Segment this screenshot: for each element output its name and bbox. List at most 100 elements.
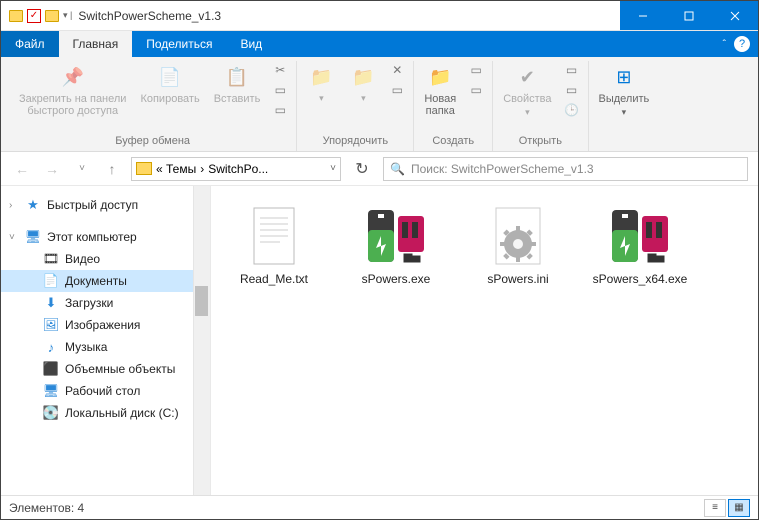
open-icon[interactable]: ▭ [562, 61, 582, 79]
search-icon: 🔍 [390, 162, 405, 176]
search-input[interactable]: 🔍 Поиск: SwitchPowerScheme_v1.3 [383, 157, 748, 181]
group-clipboard-label: Буфер обмена [115, 133, 190, 151]
download-icon: ⬇ [43, 295, 59, 311]
chevron-right-icon[interactable]: › [200, 162, 204, 176]
select-button[interactable]: ⊞ Выделить ▾ [595, 61, 654, 120]
edit-icon[interactable]: ▭ [562, 81, 582, 99]
file-item[interactable]: sPowers_x64.exe [589, 204, 691, 286]
properties-label: Свойства [503, 93, 551, 105]
title-bar: ✓ ▾ | SwitchPowerScheme_v1.3 [1, 1, 758, 31]
easy-access-icon[interactable]: ▭ [466, 81, 486, 99]
group-organize-label: Упорядочить [323, 133, 388, 151]
expand-icon[interactable]: › [9, 200, 12, 211]
nav-documents[interactable]: 📄 Документы [1, 270, 210, 292]
new-item-icon[interactable]: ▭ [466, 61, 486, 79]
delete-icon[interactable]: ✕ [387, 61, 407, 79]
new-folder-icon: 📁 [426, 63, 454, 91]
pin-label: Закрепить на панели быстрого доступа [19, 93, 126, 117]
nav-this-pc[interactable]: ˅ 🖥 Этот компьютер [1, 226, 210, 248]
breadcrumb-part[interactable]: « Темы [156, 162, 196, 176]
close-button[interactable] [712, 1, 758, 30]
file-item[interactable]: sPowers.exe [345, 204, 447, 286]
view-details-button[interactable]: ≡ [704, 499, 726, 517]
copy-path-icon[interactable]: ▭ [270, 81, 290, 99]
nav-label: Изображения [65, 318, 140, 332]
nav-label: Музыка [65, 340, 107, 354]
refresh-button[interactable]: ↻ [349, 157, 375, 181]
minimize-button[interactable] [620, 1, 666, 30]
breadcrumb-part[interactable]: SwitchPo... [208, 162, 268, 176]
move-button[interactable]: 📁 ▾ [303, 61, 339, 106]
file-name: sPowers.exe [362, 272, 431, 286]
nav-3d-objects[interactable]: ⬛ Объемные объекты [1, 358, 210, 380]
checkbox-icon[interactable]: ✓ [27, 9, 41, 23]
copy-button[interactable]: 📄 Копировать [136, 61, 203, 107]
item-count: Элементов: 4 [9, 501, 84, 515]
copy-to-button[interactable]: 📁 ▾ [345, 61, 381, 106]
nav-label: Локальный диск (C:) [65, 406, 179, 420]
pin-icon: 📌 [59, 63, 87, 91]
pin-button[interactable]: 📌 Закрепить на панели быстрого доступа [15, 61, 130, 119]
nav-label: Быстрый доступ [47, 198, 138, 212]
scrollbar-thumb[interactable] [195, 286, 208, 316]
file-item[interactable]: Read_Me.txt [223, 204, 325, 286]
recent-dropdown[interactable]: ˅ [71, 158, 93, 180]
collapse-icon[interactable]: ˅ [9, 232, 15, 243]
navigation-pane: › ★ Быстрый доступ ˅ 🖥 Этот компьютер 🎞 … [1, 186, 211, 495]
exe-file-icon [364, 204, 428, 268]
paste-icon: 📋 [223, 63, 251, 91]
rename-icon[interactable]: ▭ [387, 81, 407, 99]
file-item[interactable]: sPowers.ini [467, 204, 569, 286]
scrollbar[interactable] [193, 186, 210, 495]
tab-file[interactable]: Файл [1, 31, 59, 57]
group-create-label: Создать [432, 133, 474, 151]
view-icons-button[interactable]: ▦ [728, 499, 750, 517]
breadcrumb[interactable]: « Темы › SwitchPo... ˅ [131, 157, 341, 181]
picture-icon: 🖼 [43, 317, 59, 333]
properties-button[interactable]: ✔ Свойства ▾ [499, 61, 555, 120]
up-button[interactable]: ↑ [101, 158, 123, 180]
qat-dropdown-icon[interactable]: ▾ | [63, 10, 72, 21]
ribbon-collapse-icon[interactable]: ˆ [723, 39, 726, 50]
file-name: sPowers_x64.exe [593, 272, 688, 286]
cut-icon[interactable]: ✂ [270, 61, 290, 79]
tab-view[interactable]: Вид [226, 31, 276, 57]
address-bar: ← → ˅ ↑ « Темы › SwitchPo... ˅ ↻ 🔍 Поиск… [1, 152, 758, 186]
exe-file-icon [608, 204, 672, 268]
nav-label: Объемные объекты [65, 362, 175, 376]
nav-label: Загрузки [65, 296, 113, 310]
move-icon: 📁 [307, 63, 335, 91]
help-icon[interactable]: ? [734, 36, 750, 52]
tab-home[interactable]: Главная [59, 31, 133, 57]
document-icon: 📄 [43, 273, 59, 289]
history-icon[interactable]: 🕒 [562, 101, 582, 119]
paste-button[interactable]: 📋 Вставить [210, 61, 265, 107]
ini-file-icon [486, 204, 550, 268]
nav-quick-access[interactable]: › ★ Быстрый доступ [1, 194, 210, 216]
properties-icon: ✔ [513, 63, 541, 91]
new-folder-button[interactable]: 📁 Новая папка [420, 61, 460, 119]
copy-to-icon: 📁 [349, 63, 377, 91]
nav-music[interactable]: ♪ Музыка [1, 336, 210, 358]
nav-pictures[interactable]: 🖼 Изображения [1, 314, 210, 336]
maximize-button[interactable] [666, 1, 712, 30]
forward-button[interactable]: → [41, 158, 63, 180]
nav-desktop[interactable]: 🖥 Рабочий стол [1, 380, 210, 402]
copy-icon: 📄 [156, 63, 184, 91]
status-bar: Элементов: 4 ≡ ▦ [1, 495, 758, 519]
nav-label: Документы [65, 274, 127, 288]
paste-shortcut-icon[interactable]: ▭ [270, 101, 290, 119]
select-label: Выделить [599, 93, 650, 105]
nav-label: Рабочий стол [65, 384, 140, 398]
star-icon: ★ [25, 197, 41, 213]
nav-disk-c[interactable]: 💽 Локальный диск (C:) [1, 402, 210, 424]
nav-videos[interactable]: 🎞 Видео [1, 248, 210, 270]
nav-downloads[interactable]: ⬇ Загрузки [1, 292, 210, 314]
nav-label: Этот компьютер [47, 230, 137, 244]
pc-icon: 🖥 [25, 229, 41, 245]
group-open-label: Открыть [519, 133, 562, 151]
window-controls [620, 1, 758, 30]
tab-share[interactable]: Поделиться [132, 31, 226, 57]
back-button[interactable]: ← [11, 158, 33, 180]
chevron-down-icon[interactable]: ˅ [330, 163, 336, 174]
